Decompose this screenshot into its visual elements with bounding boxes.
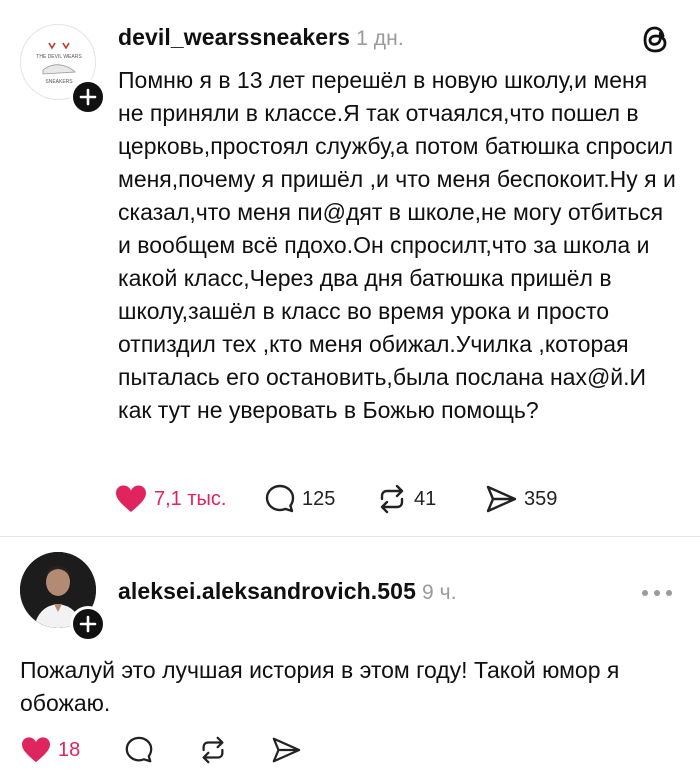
reply-time: 9 ч.	[421, 581, 457, 604]
like-count: 7,1 тыс.	[154, 487, 227, 510]
comment-button[interactable]: 125	[264, 483, 376, 515]
comment-count: 125	[302, 487, 336, 510]
post-actions: 7,1 тыс. 125 41 359	[114, 483, 557, 515]
follow-button[interactable]	[70, 79, 106, 115]
share-button[interactable]: 359	[484, 483, 557, 515]
comment-icon	[125, 736, 153, 763]
avatar-logo-text-bottom: SNEAKERS	[45, 79, 73, 85]
share-count: 359	[524, 487, 558, 510]
comment-icon	[265, 484, 295, 513]
post-time: 1 дн.	[356, 27, 404, 50]
repost-icon	[380, 484, 404, 514]
plus-icon	[79, 88, 97, 106]
heart-filled-icon	[116, 485, 146, 512]
more-options-icon[interactable]	[640, 588, 674, 598]
divider	[0, 536, 700, 537]
username[interactable]: devil_wearssneakers	[118, 24, 350, 50]
reply-share-button[interactable]	[270, 735, 302, 765]
reply-repost-button[interactable]	[198, 735, 270, 765]
like-button[interactable]: 7,1 тыс.	[114, 484, 264, 514]
threads-logo-icon	[640, 22, 674, 56]
post-text: Помню я в 13 лет перешёл в новую школу,и…	[118, 67, 676, 423]
reply-comment-button[interactable]	[124, 735, 198, 765]
repost-icon	[202, 736, 224, 764]
reply-actions: 18	[20, 735, 302, 765]
follow-button[interactable]	[70, 606, 106, 642]
share-icon	[486, 485, 517, 513]
reply-header: aleksei.aleksandrovich.505 9 ч.	[118, 578, 457, 605]
reply-text: Пожалуй это лучшая история в этом году! …	[20, 657, 620, 716]
reply-username[interactable]: aleksei.aleksandrovich.505	[118, 578, 416, 604]
reply-like-button[interactable]: 18	[20, 736, 124, 764]
avatar-logo-text-top: THE DEVIL WEARS	[36, 54, 82, 60]
plus-icon	[79, 615, 97, 633]
share-icon	[272, 737, 301, 763]
reply-like-count: 18	[58, 738, 81, 761]
heart-filled-icon	[22, 737, 50, 763]
post-header: devil_wearssneakers 1 дн.	[118, 24, 404, 51]
repost-count: 41	[414, 487, 437, 510]
repost-button[interactable]: 41	[376, 483, 484, 515]
